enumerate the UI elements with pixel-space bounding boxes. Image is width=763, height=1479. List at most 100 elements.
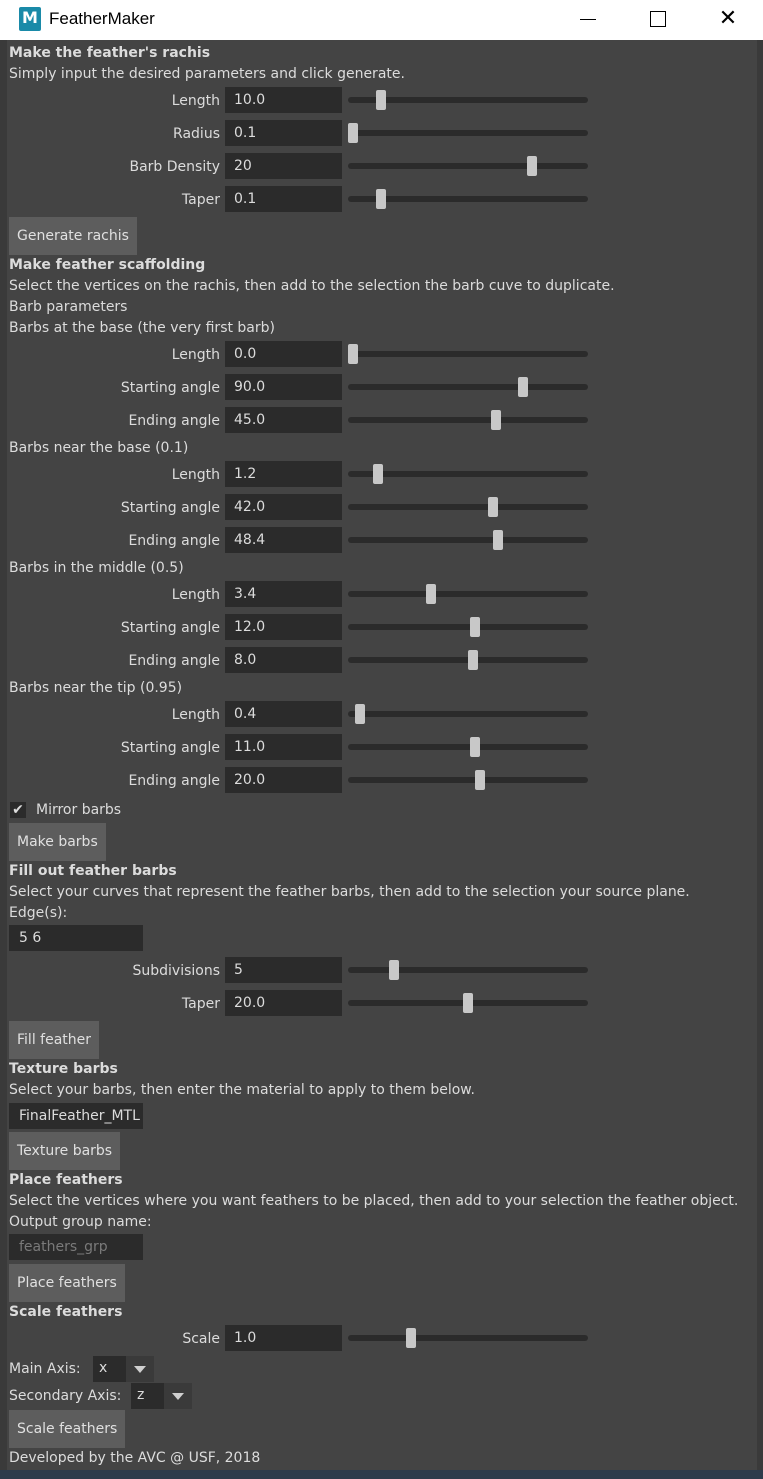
window-title: FeatherMaker (49, 9, 155, 28)
place-feathers-button[interactable]: Place feathers (9, 1264, 125, 1302)
barb-ending-angle-label: Ending angle (128, 773, 220, 789)
barb-starting-angle-label: Starting angle (120, 620, 220, 636)
slider-handle[interactable] (373, 464, 384, 484)
slider-handle[interactable] (375, 189, 386, 209)
subdivisions-label: Subdivisions (132, 963, 220, 979)
barb-length-field[interactable]: 1.2 (225, 461, 342, 487)
rachis-heading: Make the feather's rachis (9, 45, 211, 61)
barb-length-field[interactable]: 0.0 (225, 341, 342, 367)
fill-taper-slider[interactable] (348, 993, 588, 1013)
slider-handle[interactable] (518, 377, 529, 397)
maximize-icon[interactable] (636, 4, 680, 34)
scale-label: Scale (182, 1331, 220, 1347)
main-axis-dropdown[interactable]: x (93, 1356, 154, 1382)
rachis-radius-field[interactable]: 0.1 (225, 120, 342, 146)
rachis-barb-density-field[interactable]: 20 (225, 153, 342, 179)
output-group-label: Output group name: (9, 1214, 152, 1230)
scale-slider[interactable] (348, 1328, 588, 1348)
minimize-icon[interactable] (566, 4, 610, 34)
slider-handle[interactable] (488, 497, 499, 517)
barb-starting-angle-field[interactable]: 90.0 (225, 374, 342, 400)
barb-starting-angle-slider[interactable] (348, 377, 588, 397)
barb-length-field[interactable]: 0.4 (225, 701, 342, 727)
texture-description: Select your barbs, then enter the materi… (9, 1082, 475, 1098)
slider-handle[interactable] (490, 410, 501, 430)
barb-ending-angle-field[interactable]: 45.0 (225, 407, 342, 433)
texture-barbs-button[interactable]: Texture barbs (9, 1132, 121, 1170)
barb-ending-angle-slider[interactable] (348, 410, 588, 430)
chevron-down-icon[interactable] (164, 1383, 192, 1409)
barb-ending-angle-field[interactable]: 8.0 (225, 647, 342, 673)
barb-starting-angle-slider[interactable] (348, 497, 588, 517)
make-barbs-button[interactable]: Make barbs (9, 823, 106, 861)
rachis-barb-density-slider[interactable] (348, 156, 588, 176)
barb-parameters-label: Barb parameters (9, 299, 128, 315)
main-axis-value: x (99, 1360, 108, 1376)
rachis-length-field[interactable]: 10.0 (225, 87, 342, 113)
slider-handle[interactable] (375, 90, 386, 110)
slider-handle[interactable] (469, 617, 480, 637)
scale-field[interactable]: 1.0 (225, 1325, 342, 1351)
rachis-length-slider[interactable] (348, 90, 588, 110)
secondary-axis-dropdown[interactable]: z (131, 1383, 192, 1409)
barb-starting-angle-field[interactable]: 11.0 (225, 734, 342, 760)
slider-handle[interactable] (354, 704, 365, 724)
rachis-radius-slider[interactable] (348, 123, 588, 143)
texture-heading: Texture barbs (9, 1061, 118, 1077)
barb-length-slider[interactable] (348, 464, 588, 484)
slider-handle[interactable] (463, 993, 473, 1013)
barb-length-slider[interactable] (348, 704, 588, 724)
barb-starting-angle-field[interactable]: 12.0 (225, 614, 342, 640)
barb-group-title: Barbs in the middle (0.5) (9, 560, 184, 576)
slider-handle[interactable] (348, 344, 358, 364)
rachis-taper-field[interactable]: 0.1 (225, 186, 342, 212)
barb-length-label: Length (171, 347, 220, 363)
barb-starting-angle-slider[interactable] (348, 737, 588, 757)
scale-feathers-button[interactable]: Scale feathers (9, 1410, 126, 1448)
subdivisions-field[interactable]: 5 (225, 957, 342, 983)
slider-handle[interactable] (469, 737, 480, 757)
window-frame-bottom (0, 1470, 763, 1479)
close-icon[interactable]: ✕ (706, 4, 750, 34)
main-axis-label: Main Axis: (9, 1361, 81, 1377)
barb-length-field[interactable]: 3.4 (225, 581, 342, 607)
barb-ending-angle-field[interactable]: 20.0 (225, 767, 342, 793)
slider-handle[interactable] (426, 584, 437, 604)
barb-ending-angle-slider[interactable] (348, 650, 588, 670)
slider-handle[interactable] (492, 530, 503, 550)
slider-handle[interactable] (467, 650, 478, 670)
fill-heading: Fill out feather barbs (9, 863, 177, 879)
barb-starting-angle-field[interactable]: 42.0 (225, 494, 342, 520)
output-group-field[interactable]: feathers_grp (9, 1234, 143, 1260)
barb-ending-angle-slider[interactable] (348, 530, 588, 550)
slider-handle[interactable] (527, 156, 538, 176)
subdivisions-slider[interactable] (348, 960, 588, 980)
scale-heading: Scale feathers (9, 1304, 123, 1320)
scaffolding-description: Select the vertices on the rachis, then … (9, 278, 615, 294)
rachis-taper-slider[interactable] (348, 189, 588, 209)
slider-handle[interactable] (474, 770, 485, 790)
mirror-barbs-checkbox[interactable]: ✔ (10, 802, 26, 818)
rachis-radius-label: Radius (173, 126, 220, 142)
slider-handle[interactable] (389, 960, 400, 980)
barb-length-slider[interactable] (348, 584, 588, 604)
mirror-barbs-label: Mirror barbs (36, 802, 122, 818)
material-field[interactable]: FinalFeather_MTL (9, 1103, 143, 1129)
rachis-taper-label: Taper (181, 192, 220, 208)
slider-handle[interactable] (405, 1328, 416, 1348)
barb-group-title: Barbs near the tip (0.95) (9, 680, 183, 696)
secondary-axis-value: z (137, 1387, 145, 1403)
barb-ending-angle-field[interactable]: 48.4 (225, 527, 342, 553)
chevron-down-icon[interactable] (126, 1356, 154, 1382)
barb-length-label: Length (171, 707, 220, 723)
barb-starting-angle-slider[interactable] (348, 617, 588, 637)
barb-length-slider[interactable] (348, 344, 588, 364)
edges-field[interactable]: 5 6 (9, 925, 143, 951)
barb-ending-angle-slider[interactable] (348, 770, 588, 790)
fill-taper-field[interactable]: 20.0 (225, 990, 342, 1016)
place-description: Select the vertices where you want feath… (9, 1193, 739, 1209)
generate-rachis-button[interactable]: Generate rachis (9, 217, 137, 255)
fill-feather-button[interactable]: Fill feather (9, 1021, 100, 1059)
slider-handle[interactable] (348, 123, 358, 143)
checkmark-icon: ✔ (12, 802, 24, 818)
